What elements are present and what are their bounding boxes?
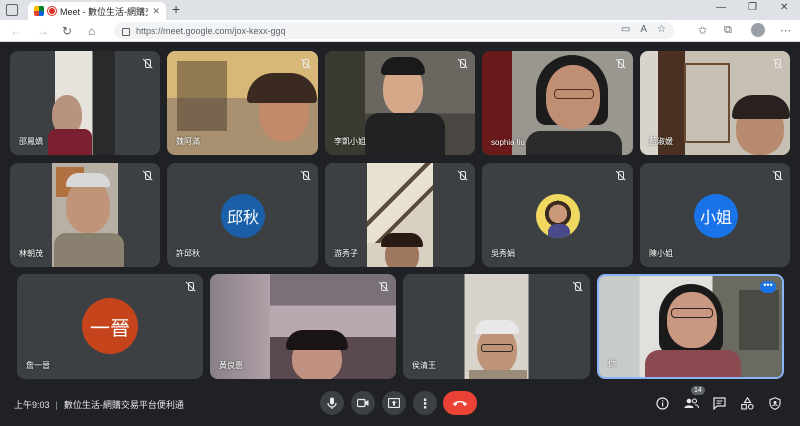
participant-initials-avatar: 小姐 [694, 194, 738, 238]
present-screen-button[interactable] [382, 391, 406, 415]
participant-tile[interactable]: 小姐 陳小姐 [640, 163, 790, 267]
favorites-bar-icon[interactable]: ✩ [698, 24, 707, 37]
close-tab-icon[interactable]: ✕ [152, 6, 160, 17]
hang-up-icon [453, 401, 467, 406]
participant-name: 吳秀娟 [491, 249, 515, 258]
participant-tile[interactable]: 一晉 詹一晉 [17, 274, 203, 379]
muted-mic-icon [299, 58, 311, 70]
reload-icon[interactable]: ↻ [62, 23, 72, 39]
participant-tile[interactable]: 游秀子 [325, 163, 475, 267]
participant-name: 許邱秋 [176, 249, 200, 258]
participant-name: 邵鳳嬌 [19, 137, 43, 146]
minimize-icon[interactable]: — [716, 2, 726, 13]
muted-mic-icon [141, 170, 153, 182]
participant-name: 詹一晉 [26, 361, 50, 370]
more-options-icon[interactable]: ••• [760, 281, 776, 293]
muted-mic-icon [771, 58, 783, 70]
read-aloud-icon[interactable]: A [640, 24, 647, 35]
meeting-info-icon[interactable] [654, 395, 670, 411]
participant-name: 林朝茂 [19, 249, 43, 258]
participant-tile[interactable]: 吳秀娟 [482, 163, 633, 267]
participant-name: 侯清王 [412, 361, 436, 370]
back-icon[interactable]: ← [10, 23, 22, 39]
new-tab-icon[interactable]: + [172, 1, 180, 17]
camera-button[interactable] [351, 391, 375, 415]
participant-name: 藍淑媛 [649, 137, 673, 146]
muted-mic-icon [377, 281, 389, 293]
participant-initials-avatar: 邱秋 [221, 194, 265, 238]
muted-mic-icon [184, 281, 196, 293]
participant-name: sophia liu [491, 138, 525, 147]
leave-call-button[interactable] [443, 391, 477, 415]
present-screen-icon [388, 398, 400, 408]
participant-count-badge: 14 [691, 386, 705, 395]
camera-permission-icon[interactable]: ▭ [621, 24, 630, 35]
browser-toolbar: ← → ↻ ⌂ https://meet.google.com/jox-kexx… [0, 20, 800, 42]
meeting-control-bar: 上午9:03 | 數位生活-網購交易平台便利通 ⋮ 14 [0, 386, 800, 426]
participant-tile[interactable]: 李凱小姐 [325, 51, 475, 155]
meeting-time: 上午9:03 [14, 400, 50, 410]
participant-grid: 邵鳳嬌 魏阿滿 李凱小姐 sophia liu 藍淑媛 林朝茂 邱秋 許邱秋 游… [0, 42, 800, 386]
participant-name: 魏阿滿 [176, 137, 200, 146]
meeting-details: 上午9:03 | 數位生活-網購交易平台便利通 [14, 400, 184, 410]
participant-tile[interactable]: 藍淑媛 [640, 51, 790, 155]
camera-icon [357, 398, 369, 408]
participant-tile[interactable]: 魏阿滿 [167, 51, 318, 155]
close-window-icon[interactable]: ✕ [780, 2, 788, 13]
participant-tile[interactable]: 邱秋 許邱秋 [167, 163, 318, 267]
participant-name: 李凱小姐 [334, 137, 366, 146]
participant-tile[interactable]: 林朝茂 [10, 163, 160, 267]
chat-icon[interactable] [711, 395, 727, 411]
meet-favicon-icon [34, 6, 44, 16]
more-vert-icon: ⋮ [418, 395, 432, 411]
recording-icon [48, 7, 56, 15]
participant-name: 陳小姐 [649, 249, 673, 258]
lock-icon [122, 27, 130, 36]
participant-profile-photo [536, 194, 580, 238]
participant-name: 游秀子 [334, 249, 358, 258]
muted-mic-icon [456, 170, 468, 182]
microphone-icon [327, 397, 337, 409]
self-tile[interactable]: ••• 你 [597, 274, 784, 379]
collections-icon[interactable]: ⧉ [724, 24, 732, 37]
more-menu-icon[interactable]: ⋯ [780, 24, 791, 37]
meeting-title: 數位生活-網購交易平台便利通 [63, 400, 184, 410]
muted-mic-icon [141, 58, 153, 70]
window-menu-icon[interactable] [6, 4, 18, 16]
participant-name: 你 [608, 359, 616, 368]
participant-initials-avatar: 一晉 [82, 298, 138, 354]
muted-mic-icon [771, 170, 783, 182]
participant-tile[interactable]: 邵鳳嬌 [10, 51, 160, 155]
more-options-button[interactable]: ⋮ [413, 391, 437, 415]
tab-title: Meet - 數位生活-網購交易平 [60, 6, 148, 17]
profile-avatar[interactable] [751, 23, 765, 37]
maximize-icon[interactable]: ❐ [748, 2, 757, 13]
muted-mic-icon [614, 170, 626, 182]
muted-mic-icon [571, 281, 583, 293]
participants-icon[interactable] [683, 395, 699, 411]
participant-name: 黃良惠 [219, 361, 243, 370]
participant-tile[interactable]: sophia liu [482, 51, 633, 155]
forward-icon[interactable]: → [37, 23, 49, 39]
microphone-button[interactable] [320, 391, 344, 415]
muted-mic-icon [456, 58, 468, 70]
participant-tile[interactable]: 黃良惠 [210, 274, 396, 379]
home-icon[interactable]: ⌂ [88, 23, 95, 39]
muted-mic-icon [299, 170, 311, 182]
muted-mic-icon [614, 58, 626, 70]
browser-tab[interactable]: Meet - 數位生活-網購交易平 ✕ [28, 2, 166, 20]
host-controls-icon[interactable] [767, 395, 783, 411]
address-bar[interactable]: https://meet.google.com/jox-kexx-ggq ▭ A… [114, 22, 674, 39]
activities-icon[interactable] [739, 395, 755, 411]
participant-tile[interactable]: 侯清王 [403, 274, 590, 379]
url-text: https://meet.google.com/jox-kexx-ggq [136, 25, 286, 36]
favorite-icon[interactable]: ☆ [657, 24, 666, 35]
browser-tab-strip: Meet - 數位生活-網購交易平 ✕ + — ❐ ✕ [0, 0, 800, 20]
